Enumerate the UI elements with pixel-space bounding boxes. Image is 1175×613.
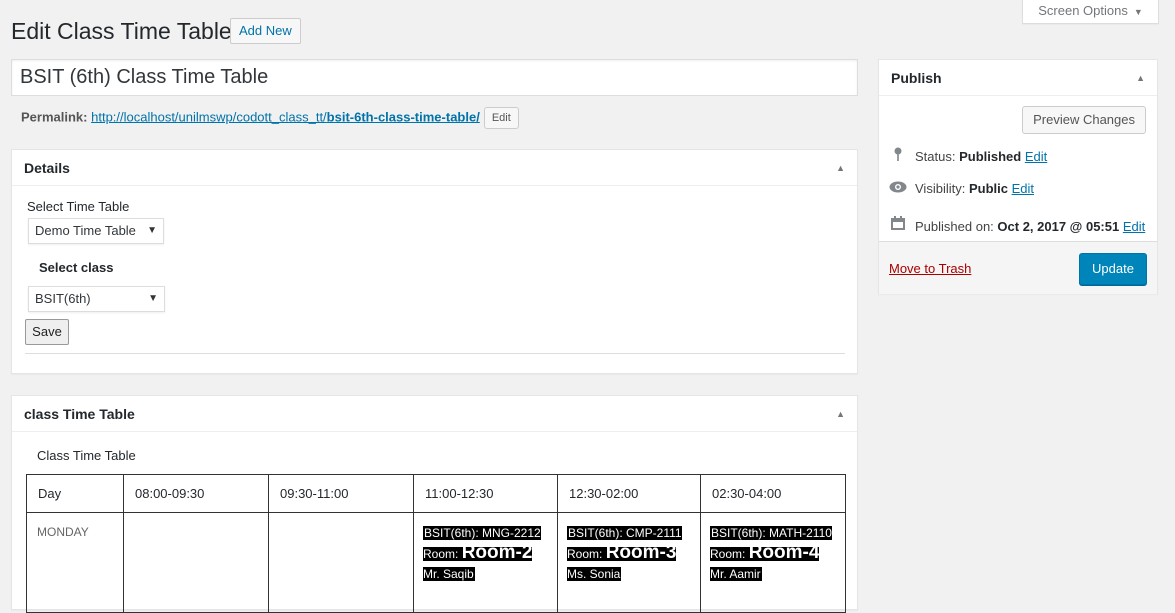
permalink-link[interactable]: http://localhost/unilmswp/codott_class_t…	[91, 109, 480, 124]
column-header: 08:00-09:30	[123, 474, 269, 513]
day-cell: MONDAY	[26, 512, 124, 613]
permalink-label: Permalink:	[21, 109, 88, 125]
slot-cell: BSIT(6th): MATH-2110 Room: Room-4 Mr. Aa…	[700, 512, 846, 613]
empty-slot	[123, 512, 269, 613]
post-title-input[interactable]: BSIT (6th) Class Time Table	[11, 59, 858, 96]
triangle-up-icon[interactable]: ▲	[836, 150, 845, 186]
triangle-up-icon[interactable]: ▲	[836, 396, 845, 432]
column-header: 02:30-04:00	[700, 474, 846, 513]
slot-cell: BSIT(6th): CMP-2111 Room: Room-3 Ms. Son…	[557, 512, 701, 613]
timetable-caption: Class Time Table	[37, 448, 136, 463]
slot-entry: BSIT(6th): CMP-2111 Room: Room-3 Ms. Son…	[567, 526, 682, 581]
published-on-row: Published on: Oct 2, 2017 @ 05:51 Edit	[889, 215, 1145, 234]
add-new-button[interactable]: Add New	[230, 18, 301, 44]
save-button[interactable]: Save	[25, 319, 69, 345]
page-title: Edit Class Time Table	[11, 18, 232, 44]
eye-icon	[889, 181, 907, 196]
class-timetable-header[interactable]: class Time Table ▲	[12, 396, 857, 432]
permalink-edit-button[interactable]: Edit	[483, 107, 519, 129]
edit-date-link[interactable]: Edit	[1123, 219, 1145, 234]
edit-status-link[interactable]: Edit	[1025, 149, 1047, 164]
dropdown-caret-icon: ▼	[147, 225, 157, 236]
triangle-down-icon: ▼	[1133, 7, 1143, 17]
screen-options-button[interactable]: Screen Options ▼	[1022, 0, 1159, 24]
slot-cell: BSIT(6th): MNG-2212 Room: Room-2 Mr. Saq…	[413, 512, 558, 613]
publish-header[interactable]: Publish ▲	[879, 60, 1157, 96]
column-header: 09:30-11:00	[268, 474, 414, 513]
divider	[25, 353, 845, 354]
move-to-trash-link[interactable]: Move to Trash	[889, 261, 971, 276]
details-metabox: Details ▲ Select Time Table Demo Time Ta…	[11, 149, 858, 374]
details-header[interactable]: Details ▲	[12, 150, 857, 186]
column-header: 12:30-02:00	[557, 474, 701, 513]
triangle-up-icon[interactable]: ▲	[1136, 60, 1145, 96]
update-button[interactable]: Update	[1079, 253, 1147, 285]
select-class-label: Select class	[39, 260, 114, 275]
permalink-row: Permalink: http://localhost/unilmswp/cod…	[21, 107, 519, 129]
pin-icon	[889, 147, 907, 164]
visibility-row: Visibility: Public Edit	[889, 181, 1034, 196]
slot-entry: BSIT(6th): MATH-2110 Room: Room-4 Mr. Aa…	[710, 526, 832, 581]
preview-changes-button[interactable]: Preview Changes	[1022, 106, 1146, 134]
empty-slot	[268, 512, 414, 613]
select-class-dropdown[interactable]: BSIT(6th) ▼	[28, 286, 165, 312]
column-header: Day	[26, 474, 124, 513]
slot-entry: BSIT(6th): MNG-2212 Room: Room-2 Mr. Saq…	[423, 526, 541, 581]
table-row: MONDAY BSIT(6th): MNG-2212 Room: Room-2 …	[26, 512, 846, 613]
select-timetable-label: Select Time Table	[27, 199, 130, 214]
calendar-icon	[889, 215, 907, 234]
timetable-grid: Day 08:00-09:30 09:30-11:00 11:00-12:30 …	[26, 474, 846, 613]
dropdown-caret-icon: ▼	[148, 293, 158, 304]
publish-metabox: Publish ▲ Preview Changes Status: Publis…	[878, 59, 1158, 294]
class-timetable-metabox: class Time Table ▲ Class Time Table Day …	[11, 395, 858, 613]
select-timetable-dropdown[interactable]: Demo Time Table ▼	[28, 218, 164, 244]
status-row: Status: Published Edit	[889, 147, 1047, 164]
column-header: 11:00-12:30	[413, 474, 558, 513]
publish-actions: Move to Trash Update	[879, 241, 1157, 294]
edit-visibility-link[interactable]: Edit	[1012, 181, 1034, 196]
